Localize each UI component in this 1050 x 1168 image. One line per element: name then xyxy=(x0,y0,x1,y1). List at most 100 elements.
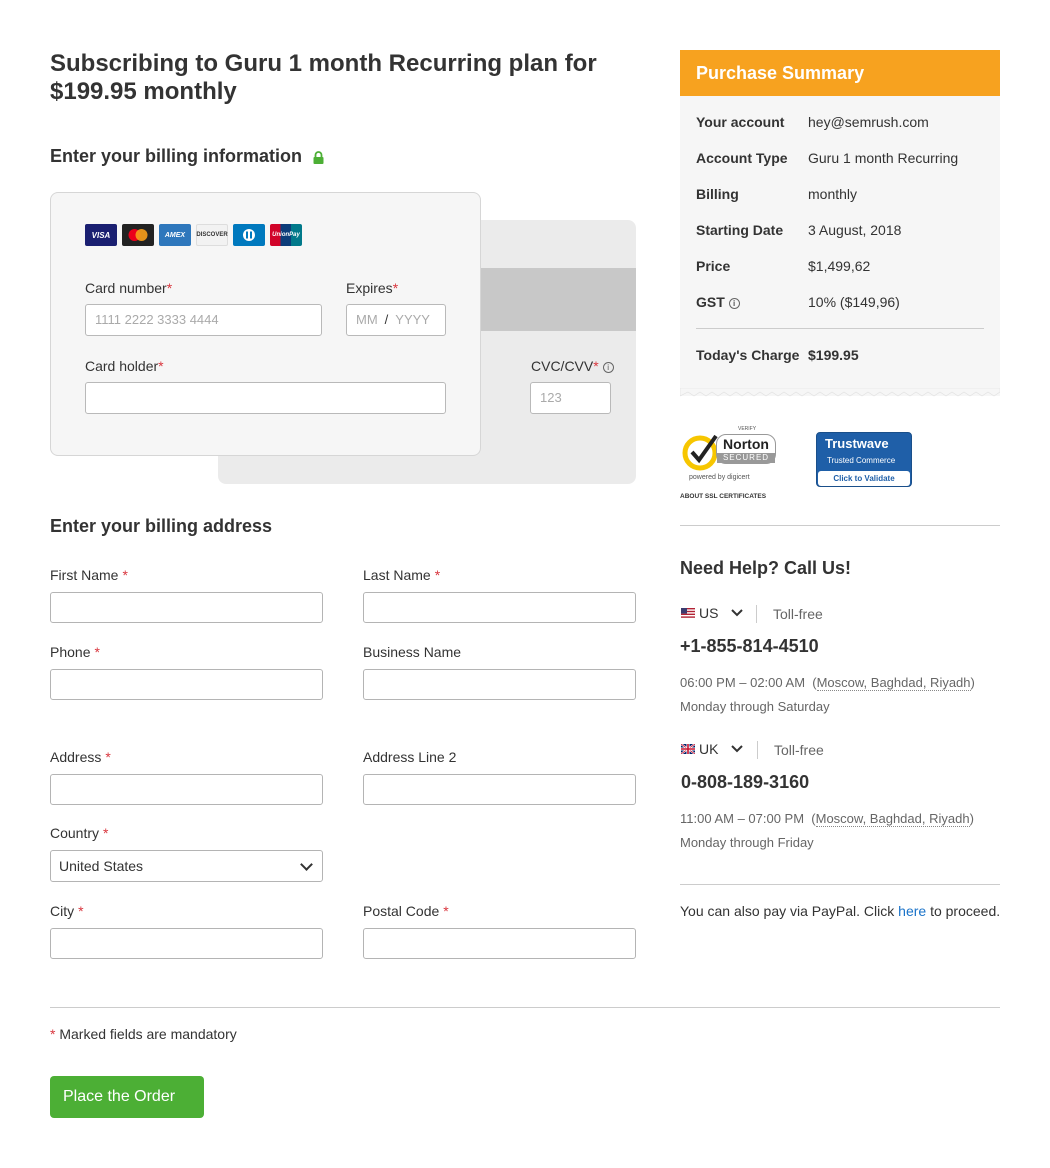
us-timezone: Moscow, Baghdad, Riyadh xyxy=(816,675,971,691)
country-label: Country * xyxy=(50,825,108,841)
trustwave-badge[interactable]: Trustwave Trusted Commerce Click to Vali… xyxy=(816,432,912,487)
summary-key: Account Type xyxy=(696,150,788,166)
summary-row: Account Type Guru 1 month Recurring xyxy=(696,150,958,166)
card-number-label: Card number* xyxy=(85,280,172,296)
required-mark: * xyxy=(158,358,164,374)
divider xyxy=(680,884,1000,885)
uk-phone-number[interactable]: 0-808-189-3160 xyxy=(681,772,809,793)
info-icon[interactable]: i xyxy=(602,361,614,373)
card-holder-input[interactable] xyxy=(85,382,446,414)
summary-value: hey@semrush.com xyxy=(808,114,929,130)
billing-info-heading-text: Enter your billing information xyxy=(50,146,302,166)
billing-address-heading: Enter your billing address xyxy=(50,516,273,536)
required-mark: * xyxy=(103,825,109,841)
summary-key: Your account xyxy=(696,114,785,130)
us-country-selector[interactable]: US xyxy=(681,605,744,621)
uk-hours: 11:00 AM – 07:00 PM (Moscow, Baghdad, Ri… xyxy=(680,811,974,827)
gst-label: GST xyxy=(696,294,725,310)
postal-code-label-text: Postal Code xyxy=(363,903,440,919)
us-country-code: US xyxy=(699,605,719,621)
expires-label: Expires* xyxy=(346,280,398,296)
summary-value: 3 August, 2018 xyxy=(808,222,902,238)
amex-icon: AMEX xyxy=(159,224,191,246)
summary-key: Billing xyxy=(696,186,739,202)
country-select[interactable]: United States xyxy=(50,850,323,882)
required-mark: * xyxy=(166,280,173,296)
place-order-button[interactable]: Place the Order xyxy=(50,1076,204,1118)
last-name-input[interactable] xyxy=(363,592,636,623)
us-hours: 06:00 PM – 02:00 AM (Moscow, Baghdad, Ri… xyxy=(680,675,975,691)
diners-club-icon xyxy=(233,224,265,246)
uk-timezone: Moscow, Baghdad, Riyadh xyxy=(815,811,970,827)
lock-icon xyxy=(313,150,324,164)
paypal-link[interactable]: here xyxy=(898,903,926,919)
card-front: VISA AMEX DISCOVER UnionPay Card number*… xyxy=(50,192,481,456)
phone-input[interactable] xyxy=(50,669,323,700)
expires-label-text: Expires xyxy=(346,280,393,296)
summary-value: monthly xyxy=(808,186,858,202)
last-name-label: Last Name * xyxy=(363,567,440,583)
summary-row: Price $1,499,62 xyxy=(696,258,870,274)
uk-country-selector[interactable]: UK xyxy=(681,741,744,757)
summary-total-row: Today's Charge $199.95 xyxy=(696,347,859,363)
expires-separator: / xyxy=(384,312,389,327)
summary-total-value: $199.95 xyxy=(808,347,859,363)
expires-input[interactable]: MM / YYYY xyxy=(346,304,446,336)
visa-icon: VISA xyxy=(85,224,117,246)
summary-key: Starting Date xyxy=(696,222,784,238)
paypal-note: You can also pay via PayPal. Click here … xyxy=(680,903,1000,919)
postal-code-input[interactable] xyxy=(363,928,636,959)
first-name-input[interactable] xyxy=(50,592,323,623)
uk-days: Monday through Friday xyxy=(680,835,814,850)
norton-about-link[interactable]: ABOUT SSL CERTIFICATES xyxy=(680,493,766,500)
summary-row: GST i 10% ($149,96) xyxy=(696,294,900,310)
required-mark: * xyxy=(443,903,449,919)
expires-year[interactable]: YYYY xyxy=(395,305,430,335)
us-phone-number[interactable]: +1-855-814-4510 xyxy=(680,636,819,657)
purchase-summary-title: Purchase Summary xyxy=(680,50,1000,96)
summary-row: Your account hey@semrush.com xyxy=(696,114,929,130)
city-label: City * xyxy=(50,903,84,919)
address-input[interactable] xyxy=(50,774,323,805)
address-label: Address * xyxy=(50,749,111,765)
summary-key: Price xyxy=(696,258,731,274)
address-label-text: Address xyxy=(50,749,102,765)
summary-key: GST i xyxy=(696,294,808,310)
info-icon[interactable]: i xyxy=(728,297,740,309)
country-label-text: Country xyxy=(50,825,100,841)
norton-powered: powered by digicert xyxy=(689,474,750,481)
uk-flag-icon xyxy=(681,744,695,754)
chevron-down-icon xyxy=(731,745,744,753)
purchase-summary-body: Your account hey@semrush.com Account Type… xyxy=(680,96,1000,396)
business-name-input[interactable] xyxy=(363,669,636,700)
norton-label-box: Norton SECURED xyxy=(716,434,776,464)
phone-label-text: Phone xyxy=(50,644,91,660)
summary-total-label: Today's Charge xyxy=(696,347,800,363)
zigzag-edge xyxy=(680,388,1000,397)
trustwave-sub: Trusted Commerce xyxy=(827,456,896,465)
required-mark: * xyxy=(593,358,599,374)
norton-secured: SECURED xyxy=(717,453,775,463)
us-tollfree-label: Toll-free xyxy=(773,606,823,622)
required-mark: * xyxy=(434,567,441,583)
expires-month[interactable]: MM xyxy=(356,305,378,335)
card-holder-label: Card holder* xyxy=(85,358,164,374)
summary-value: Guru 1 month Recurring xyxy=(808,150,959,166)
discover-icon: DISCOVER xyxy=(196,224,228,246)
address-line2-input[interactable] xyxy=(363,774,636,805)
divider xyxy=(680,525,1000,526)
trustwave-validate-button[interactable]: Click to Validate xyxy=(818,471,910,486)
required-mark: * xyxy=(78,903,84,919)
city-input[interactable] xyxy=(50,928,323,959)
last-name-label-text: Last Name xyxy=(363,567,431,583)
summary-divider xyxy=(696,328,984,329)
chevron-down-icon xyxy=(731,609,744,617)
paypal-note-prefix: You can also pay via PayPal. Click xyxy=(680,903,895,919)
card-number-input[interactable]: 1111 2222 3333 4444 xyxy=(85,304,322,336)
address-line2-label: Address Line 2 xyxy=(363,749,457,765)
norton-badge[interactable]: VERIFY Norton SECURED powered by digicer… xyxy=(680,426,790,502)
required-mark: * xyxy=(122,567,128,583)
uk-hours-time: 11:00 AM – 07:00 PM xyxy=(680,811,805,826)
cvc-input[interactable]: 123 xyxy=(530,382,611,414)
summary-value: 10% ($149,96) xyxy=(808,294,900,310)
